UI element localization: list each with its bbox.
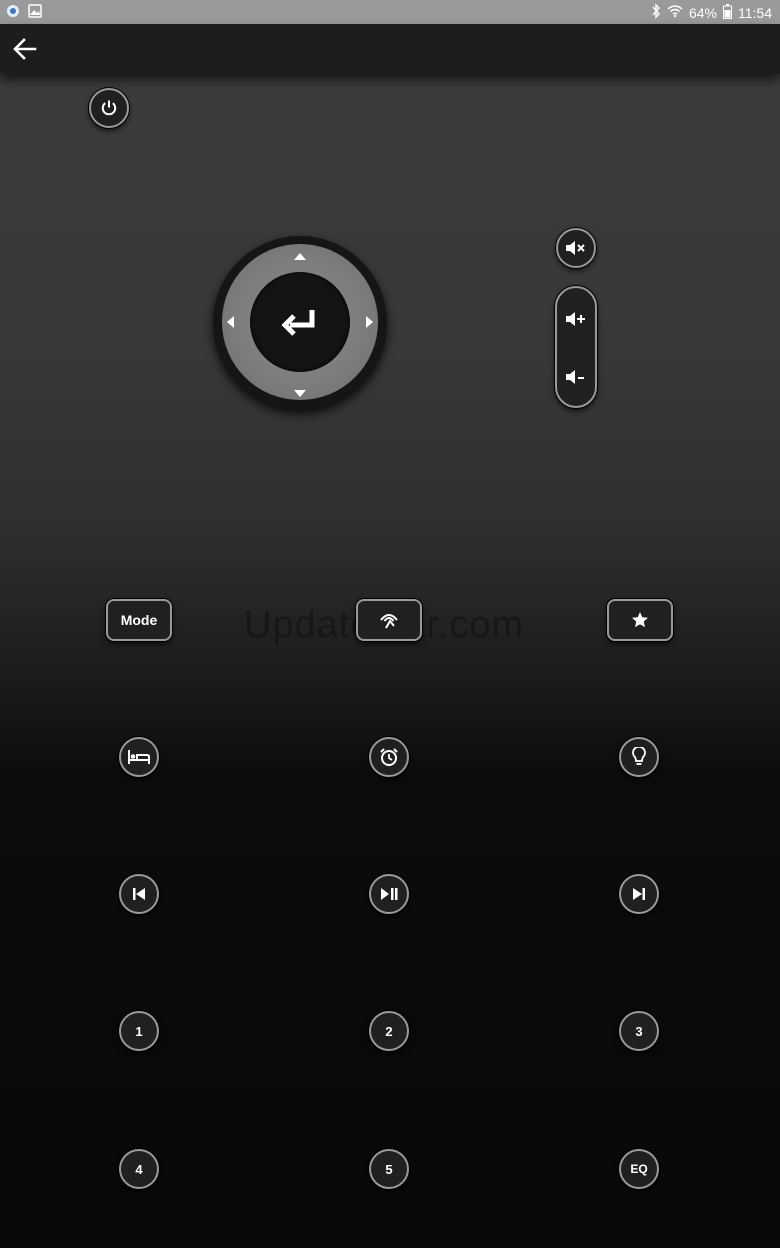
- number-1-button[interactable]: 1: [119, 1011, 159, 1051]
- star-icon: [632, 612, 648, 628]
- number-2-label: 2: [385, 1023, 393, 1039]
- triangle-left-icon: [227, 316, 234, 328]
- dpad-ok-button[interactable]: [250, 272, 350, 372]
- number-5-label: 5: [385, 1161, 393, 1177]
- number-3-button[interactable]: 3: [619, 1011, 659, 1051]
- gallery-icon: [28, 4, 42, 21]
- back-button[interactable]: [10, 34, 40, 64]
- radio-button[interactable]: [356, 599, 422, 641]
- favorite-button[interactable]: [607, 599, 673, 641]
- number-5-button[interactable]: 5: [369, 1149, 409, 1189]
- volume-down-icon: [566, 370, 584, 384]
- mute-button[interactable]: [556, 228, 596, 268]
- alarm-button[interactable]: [369, 737, 409, 777]
- dpad-left-button[interactable]: [225, 315, 235, 334]
- triangle-right-icon: [366, 316, 373, 328]
- battery-percent: 64%: [688, 4, 717, 21]
- eq-button[interactable]: EQ: [619, 1149, 659, 1189]
- arrow-left-icon: [13, 38, 37, 60]
- number-1-label: 1: [135, 1023, 143, 1039]
- skip-previous-icon: [133, 888, 145, 900]
- play-pause-button[interactable]: [369, 874, 409, 914]
- volume-up-icon: [566, 312, 585, 326]
- clock-time: 11:54: [738, 4, 772, 21]
- power-icon: [101, 100, 117, 116]
- bluetooth-icon: [651, 3, 661, 22]
- bed-sleep-icon: [128, 750, 150, 764]
- status-bar: 64% 11:54: [0, 0, 780, 24]
- triangle-up-icon: [294, 253, 306, 260]
- alarm-clock-icon: [380, 748, 398, 766]
- wifi-icon: [667, 4, 683, 21]
- dpad-right-button[interactable]: [365, 315, 375, 334]
- triangle-down-icon: [294, 390, 306, 397]
- number-4-label: 4: [135, 1161, 143, 1177]
- volume-down-button[interactable]: [557, 348, 595, 406]
- play-pause-icon: [381, 888, 398, 900]
- sleep-button[interactable]: [119, 737, 159, 777]
- light-button[interactable]: [619, 737, 659, 777]
- enter-return-icon: [281, 310, 315, 336]
- notification-dot-icon: [6, 4, 20, 21]
- number-4-button[interactable]: 4: [119, 1149, 159, 1189]
- skip-next-icon: [633, 888, 645, 900]
- dpad-up-button[interactable]: [293, 248, 307, 266]
- battery-icon: [723, 3, 732, 22]
- eq-label: EQ: [630, 1162, 648, 1176]
- number-3-label: 3: [635, 1023, 643, 1039]
- lightbulb-icon: [632, 747, 646, 765]
- volume-up-button[interactable]: [557, 290, 595, 348]
- volume-rocker: [555, 286, 597, 408]
- next-track-button[interactable]: [619, 874, 659, 914]
- volume-mute-icon: [566, 241, 585, 255]
- dpad-down-button[interactable]: [293, 386, 307, 404]
- mode-label: Mode: [120, 612, 158, 628]
- power-button[interactable]: [89, 88, 129, 128]
- radio-signal-icon: [380, 614, 398, 629]
- previous-track-button[interactable]: [119, 874, 159, 914]
- mode-button[interactable]: Mode: [106, 599, 172, 641]
- number-2-button[interactable]: 2: [369, 1011, 409, 1051]
- top-toolbar: [0, 24, 780, 74]
